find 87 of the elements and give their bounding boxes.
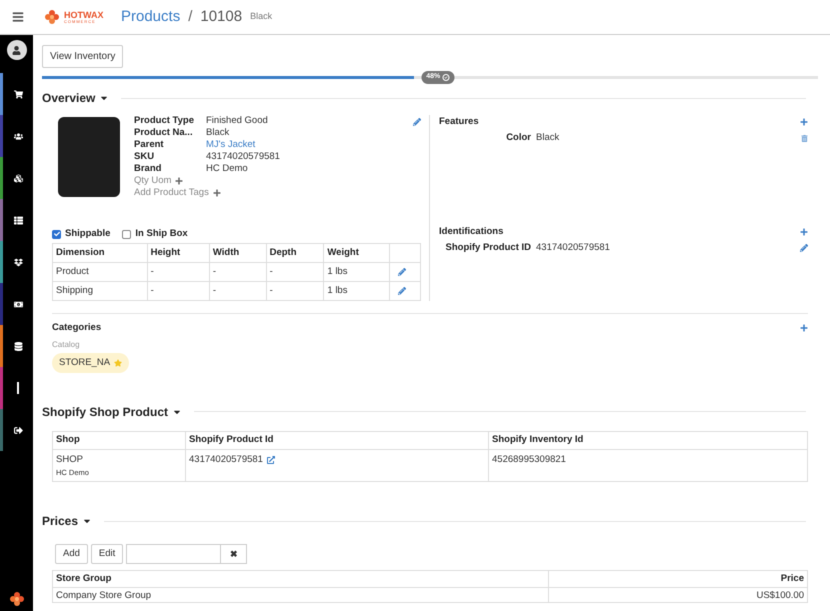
table-cell: Shipping xyxy=(52,282,148,301)
detail-label: SKU xyxy=(134,151,156,163)
feature-value: 43174020579581 xyxy=(536,241,611,256)
nav-icon[interactable] xyxy=(14,300,22,308)
panel-title: Categories xyxy=(52,321,102,336)
add-link[interactable]: Qty Uom xyxy=(134,175,172,187)
detail-label: Product Type xyxy=(134,115,195,127)
column-header: Shop xyxy=(52,431,186,450)
panel-title: Identifications xyxy=(439,225,504,239)
table-cell: - xyxy=(147,282,210,301)
nav-icon[interactable] xyxy=(14,216,22,224)
nav-icon[interactable] xyxy=(14,258,22,266)
product-id: 10108 xyxy=(200,6,242,27)
edit-icon[interactable] xyxy=(398,268,406,276)
check-circle-icon xyxy=(442,74,450,81)
table-cell: 45268995309821 xyxy=(488,449,808,482)
table-cell: - xyxy=(209,282,266,301)
table-cell: - xyxy=(266,262,324,282)
detail-value: HC Demo xyxy=(206,163,248,175)
menu-icon[interactable] xyxy=(12,11,24,23)
breadcrumb-link[interactable]: Products xyxy=(121,6,180,28)
checkbox-label: In Ship Box xyxy=(135,227,188,241)
add-icon[interactable] xyxy=(800,118,808,126)
table-cell: - xyxy=(147,262,210,282)
external-link-icon[interactable] xyxy=(266,456,275,464)
table-cell: - xyxy=(266,282,324,301)
feature-value: Black xyxy=(536,131,560,146)
section-title[interactable]: Shopify Shop Product xyxy=(42,402,168,421)
nav-icon[interactable] xyxy=(14,132,22,140)
table-cell: 1 lbs xyxy=(324,282,390,301)
add-icon[interactable] xyxy=(800,228,808,236)
clear-button[interactable]: ✖ xyxy=(221,544,248,564)
column-header: Shopify Inventory Id xyxy=(488,431,808,450)
feature-label: Shopify Product ID xyxy=(444,241,531,256)
column-header: Dimension xyxy=(52,244,148,263)
parent-link[interactable]: MJ's Jacket xyxy=(206,139,256,151)
table-cell: Product xyxy=(52,262,148,282)
column-header: Shopify Product Id xyxy=(186,431,488,450)
detail-label: Parent xyxy=(134,139,165,151)
star-icon[interactable] xyxy=(114,358,122,367)
flower-logo-icon xyxy=(44,9,60,25)
detail-label: Brand xyxy=(134,163,162,175)
shop-name: SHOP xyxy=(56,452,84,467)
avatar-icon[interactable] xyxy=(6,40,26,60)
column-header: Price xyxy=(548,570,808,588)
edit-icon[interactable] xyxy=(413,118,421,126)
column-header: Height xyxy=(147,244,210,263)
nav-icon[interactable] xyxy=(14,174,22,182)
edit-icon[interactable] xyxy=(800,244,808,252)
edit-icon[interactable] xyxy=(398,287,406,296)
column-header: Depth xyxy=(266,244,324,263)
detail-value: Finished Good xyxy=(206,115,268,127)
feature-label: Color xyxy=(505,131,531,146)
nav-icon[interactable] xyxy=(14,90,22,98)
table-cell: Company Store Group xyxy=(52,588,548,603)
plus-icon[interactable] xyxy=(175,177,184,185)
detail-label: Product Na... xyxy=(134,127,194,139)
view-inventory-button[interactable]: View Inventory xyxy=(42,45,124,68)
column-header: Width xyxy=(209,244,266,263)
nav-icon[interactable] xyxy=(14,426,22,434)
category-group: Catalog xyxy=(52,338,808,350)
add-link[interactable]: Add Product Tags xyxy=(134,187,209,199)
table-cell: - xyxy=(209,262,266,282)
add-icon[interactable] xyxy=(800,324,808,332)
table-cell: US$100.00 xyxy=(548,588,808,603)
table-cell: 1 lbs xyxy=(324,262,390,282)
column-header: Store Group xyxy=(52,570,548,588)
breadcrumb-separator: / xyxy=(188,6,192,27)
detail-value: Black xyxy=(206,127,230,139)
price-button[interactable]: Add xyxy=(55,544,88,564)
detail-value: 43174020579581 xyxy=(206,151,280,163)
price-button[interactable]: Edit xyxy=(90,544,124,564)
product-subtitle: Black xyxy=(250,10,272,24)
table-cell: 43174020579581 xyxy=(189,452,263,467)
flower-logo-icon xyxy=(8,591,24,607)
checkbox-label: Shippable xyxy=(65,227,110,241)
filter-input[interactable] xyxy=(126,544,222,564)
panel-title: Features xyxy=(439,115,479,129)
logo-name: HOTWAX xyxy=(64,10,104,20)
category-chip[interactable]: STORE_NA xyxy=(52,352,130,373)
section-title[interactable]: Overview xyxy=(42,89,96,107)
nav-icon[interactable] xyxy=(14,342,22,350)
column-header: Weight xyxy=(324,244,390,263)
section-title[interactable]: Prices xyxy=(42,512,78,530)
plus-icon[interactable] xyxy=(212,189,221,197)
checkbox[interactable] xyxy=(52,230,61,239)
checkbox[interactable] xyxy=(122,230,132,239)
